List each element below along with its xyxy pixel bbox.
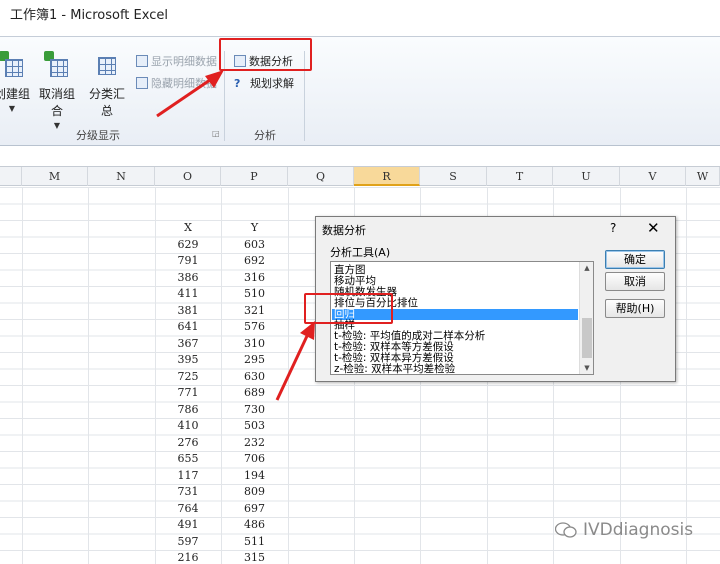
subtotal-icon xyxy=(94,51,120,79)
cell-y-value[interactable]: 295 xyxy=(221,352,288,368)
solver-icon: ? xyxy=(234,76,241,90)
cell-y-value[interactable]: 321 xyxy=(221,303,288,319)
hide-detail-button[interactable]: 隐藏明细数据 xyxy=(136,75,217,91)
cell-y-value[interactable]: 809 xyxy=(221,484,288,500)
cell-y-value[interactable]: 503 xyxy=(221,418,288,434)
cell-y-value[interactable]: 486 xyxy=(221,517,288,533)
help-button[interactable]: 帮助(H) xyxy=(605,299,665,318)
analysis-tools-label: 分析工具(A) xyxy=(330,246,391,259)
hide-detail-label: 隐藏明细数据 xyxy=(151,77,217,90)
cell-y-value[interactable]: 692 xyxy=(221,253,288,269)
dialog-launcher-icon[interactable]: ◲ xyxy=(212,129,220,138)
cell-x-value[interactable]: 791 xyxy=(155,253,221,269)
scroll-thumb[interactable] xyxy=(582,318,592,358)
cell-y-value[interactable]: 511 xyxy=(221,534,288,550)
column-header-t[interactable]: T xyxy=(487,167,553,186)
cell-x-value[interactable]: 117 xyxy=(155,468,221,484)
cell-x-value[interactable]: 725 xyxy=(155,369,221,385)
column-header[interactable] xyxy=(0,167,22,186)
chevron-down-icon: ▼ xyxy=(8,104,16,113)
list-scrollbar[interactable]: ▲ ▼ xyxy=(579,262,593,374)
column-header-p[interactable]: P xyxy=(221,167,288,186)
column-header-u[interactable]: U xyxy=(553,167,620,186)
help-icon[interactable]: ? xyxy=(610,221,616,235)
show-detail-button[interactable]: 显示明细数据 xyxy=(136,53,217,69)
scroll-up-icon[interactable]: ▲ xyxy=(580,262,593,274)
create-group-icon xyxy=(0,51,25,79)
window-title: 工作簿1 - Microsoft Excel xyxy=(10,8,168,23)
column-header-m[interactable]: M xyxy=(22,167,88,186)
chevron-down-icon: ▼ xyxy=(53,121,61,130)
cell-y-value[interactable]: 697 xyxy=(221,501,288,517)
column-header-cell-x[interactable]: X xyxy=(155,220,221,236)
analysis-tool-item[interactable]: z-检验: 双样本平均差检验 xyxy=(334,364,578,375)
annotation-box-regression xyxy=(304,293,393,324)
cancel-button[interactable]: 取消 xyxy=(605,272,665,291)
cell-x-value[interactable]: 771 xyxy=(155,385,221,401)
hide-detail-icon xyxy=(136,77,148,89)
annotation-box-data-analysis xyxy=(219,38,312,71)
column-header-v[interactable]: V xyxy=(620,167,686,186)
column-header-n[interactable]: N xyxy=(88,167,155,186)
column-header-r[interactable]: R xyxy=(354,167,420,186)
cell-x-value[interactable]: 731 xyxy=(155,484,221,500)
cell-y-value[interactable]: 232 xyxy=(221,435,288,451)
show-detail-icon xyxy=(136,55,148,67)
cell-x-value[interactable]: 629 xyxy=(155,237,221,253)
cell-x-value[interactable]: 491 xyxy=(155,517,221,533)
solver-button[interactable]: ? 规划求解 xyxy=(234,75,294,91)
watermark: IVDdiagnosis xyxy=(555,520,693,540)
cell-y-value[interactable]: 510 xyxy=(221,286,288,302)
cell-x-value[interactable]: 641 xyxy=(155,319,221,335)
cell-x-value[interactable]: 276 xyxy=(155,435,221,451)
cell-y-value[interactable]: 576 xyxy=(221,319,288,335)
cell-y-value[interactable]: 706 xyxy=(221,451,288,467)
cell-x-value[interactable]: 764 xyxy=(155,501,221,517)
cell-x-value[interactable]: 395 xyxy=(155,352,221,368)
cell-x-value[interactable]: 216 xyxy=(155,550,221,564)
ungroup-button[interactable]: 取消组合 ▼ xyxy=(34,51,80,130)
ok-button[interactable]: 确定 xyxy=(605,250,665,269)
subtotal-button[interactable]: 分类汇总 xyxy=(84,51,130,119)
cell-y-value[interactable]: 603 xyxy=(221,237,288,253)
cell-y-value[interactable]: 630 xyxy=(221,369,288,385)
cell-y-value[interactable]: 194 xyxy=(221,468,288,484)
cell-x-value[interactable]: 411 xyxy=(155,286,221,302)
title-bar: 工作簿1 - Microsoft Excel xyxy=(0,0,720,24)
column-header-w[interactable]: W xyxy=(686,167,720,186)
create-group-button[interactable]: 创建组 ▼ xyxy=(0,51,32,113)
cell-y-value[interactable]: 310 xyxy=(221,336,288,352)
cell-x-value[interactable]: 386 xyxy=(155,270,221,286)
close-icon[interactable]: ✕ xyxy=(647,219,660,237)
dialog-title: 数据分析 xyxy=(322,224,366,237)
cell-y-value[interactable]: 730 xyxy=(221,402,288,418)
cell-x-value[interactable]: 381 xyxy=(155,303,221,319)
cell-y-value[interactable]: 316 xyxy=(221,270,288,286)
scroll-down-icon[interactable]: ▼ xyxy=(580,362,593,374)
cell-y-value[interactable]: 689 xyxy=(221,385,288,401)
solver-label: 规划求解 xyxy=(250,77,294,90)
cell-x-value[interactable]: 367 xyxy=(155,336,221,352)
cell-x-value[interactable]: 597 xyxy=(155,534,221,550)
subtotal-label: 分类汇总 xyxy=(88,87,125,118)
column-header-q[interactable]: Q xyxy=(288,167,354,186)
column-header-row: M N O P Q R S T U V W xyxy=(0,166,720,186)
cell-y-value[interactable]: 315 xyxy=(221,550,288,564)
ungroup-label: 取消组合 xyxy=(38,87,75,118)
cell-x-value[interactable]: 410 xyxy=(155,418,221,434)
column-header-cell-y[interactable]: Y xyxy=(221,220,288,236)
show-detail-label: 显示明细数据 xyxy=(151,55,217,68)
analysis-group-label: 分析 xyxy=(254,129,276,142)
column-header-o[interactable]: O xyxy=(155,167,221,186)
ungroup-icon xyxy=(44,51,70,79)
wechat-icon xyxy=(555,522,577,538)
outline-group-label: 分级显示 xyxy=(76,129,120,142)
cell-x-value[interactable]: 655 xyxy=(155,451,221,467)
watermark-text: IVDdiagnosis xyxy=(583,520,694,540)
column-header-s[interactable]: S xyxy=(420,167,487,186)
ribbon: 创建组 ▼ 取消组合 ▼ 分类汇总 显示明细数据 隐藏明细数据 分级显示 ◲ 数… xyxy=(0,36,720,146)
cell-x-value[interactable]: 786 xyxy=(155,402,221,418)
create-group-label: 创建组 xyxy=(0,87,30,101)
